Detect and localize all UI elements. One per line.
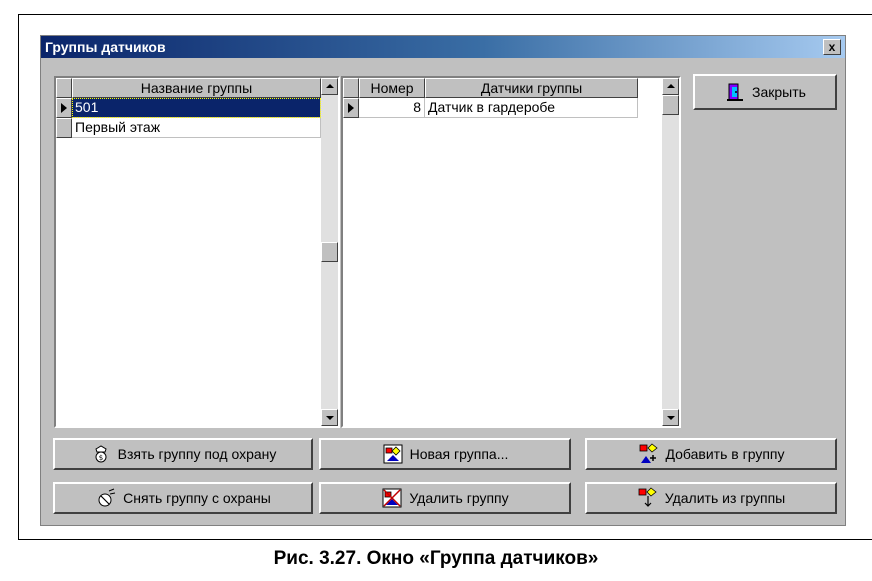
groups-grid: Название группы 501 Первый этаж — [54, 76, 340, 428]
door-exit-icon — [724, 81, 746, 103]
sensor-name-cell[interactable]: Датчик в гардеробе — [425, 98, 638, 118]
new-group-button[interactable]: Новая группа... — [319, 438, 571, 470]
add-to-group-button[interactable]: Добавить в группу — [585, 438, 837, 470]
guard-icon: $ — [90, 443, 112, 465]
scroll-thumb[interactable] — [662, 95, 679, 115]
arrow-up-icon — [326, 84, 334, 88]
sensor-number-cell[interactable]: 8 — [359, 98, 425, 118]
current-row-arrow-icon — [348, 103, 354, 113]
groups-column-header[interactable]: Название группы — [72, 78, 321, 98]
close-window-button[interactable]: x — [823, 39, 841, 55]
arrow-down-icon — [667, 416, 675, 420]
group-row-first-floor[interactable]: Первый этаж — [72, 118, 321, 138]
sensors-column-header[interactable]: Датчики группы — [425, 78, 638, 98]
add-to-group-icon — [638, 443, 660, 465]
svg-text:$: $ — [98, 454, 102, 462]
scroll-down-button[interactable] — [662, 409, 679, 426]
disarm-group-label: Снять группу с охраны — [123, 490, 271, 506]
scroll-thumb[interactable] — [321, 242, 338, 262]
groups-header-indicator — [56, 78, 72, 98]
scroll-up-button[interactable] — [662, 78, 679, 95]
arm-group-button[interactable]: $ Взять группу под охрану — [53, 438, 313, 470]
title-bar[interactable]: Группы датчиков x — [41, 36, 845, 58]
new-group-icon — [382, 443, 404, 465]
disarm-group-button[interactable]: Снять группу с охраны — [53, 482, 313, 514]
remove-from-group-label: Удалить из группы — [664, 490, 786, 506]
row-indicator-current[interactable] — [343, 98, 359, 118]
new-group-label: Новая группа... — [409, 446, 509, 462]
remove-from-group-button[interactable]: Удалить из группы — [585, 482, 837, 514]
arm-group-label: Взять группу под охрану — [117, 446, 277, 462]
scroll-down-button[interactable] — [321, 409, 338, 426]
disarm-icon — [95, 487, 117, 509]
row-indicator-current[interactable] — [56, 98, 72, 118]
sensor-groups-window: Группы датчиков x Название группы 501 Пе… — [40, 35, 846, 526]
close-button[interactable]: Закрыть — [693, 74, 837, 110]
number-column-header[interactable]: Номер — [359, 78, 425, 98]
add-to-group-label: Добавить в группу — [665, 446, 785, 462]
arrow-down-icon — [326, 416, 334, 420]
group-row-501[interactable]: 501 — [72, 98, 321, 118]
delete-group-icon — [381, 487, 403, 509]
row-indicator[interactable] — [56, 118, 72, 138]
delete-group-button[interactable]: Удалить группу — [319, 482, 571, 514]
sensors-header-indicator — [343, 78, 359, 98]
arrow-up-icon — [667, 84, 675, 88]
sensors-vertical-scrollbar[interactable] — [662, 78, 679, 426]
sensors-grid: Номер Датчики группы 8 Датчик в гардероб… — [341, 76, 681, 428]
delete-group-label: Удалить группу — [409, 490, 509, 506]
caption-divider — [18, 539, 872, 540]
figure-caption: Рис. 3.27. Окно «Группа датчиков» — [273, 548, 599, 569]
close-button-label: Закрыть — [752, 84, 806, 100]
groups-vertical-scrollbar[interactable] — [321, 78, 338, 426]
current-row-arrow-icon — [61, 103, 67, 113]
remove-from-group-icon — [637, 487, 659, 509]
window-title: Группы датчиков — [45, 39, 166, 55]
scroll-up-button[interactable] — [321, 78, 338, 95]
